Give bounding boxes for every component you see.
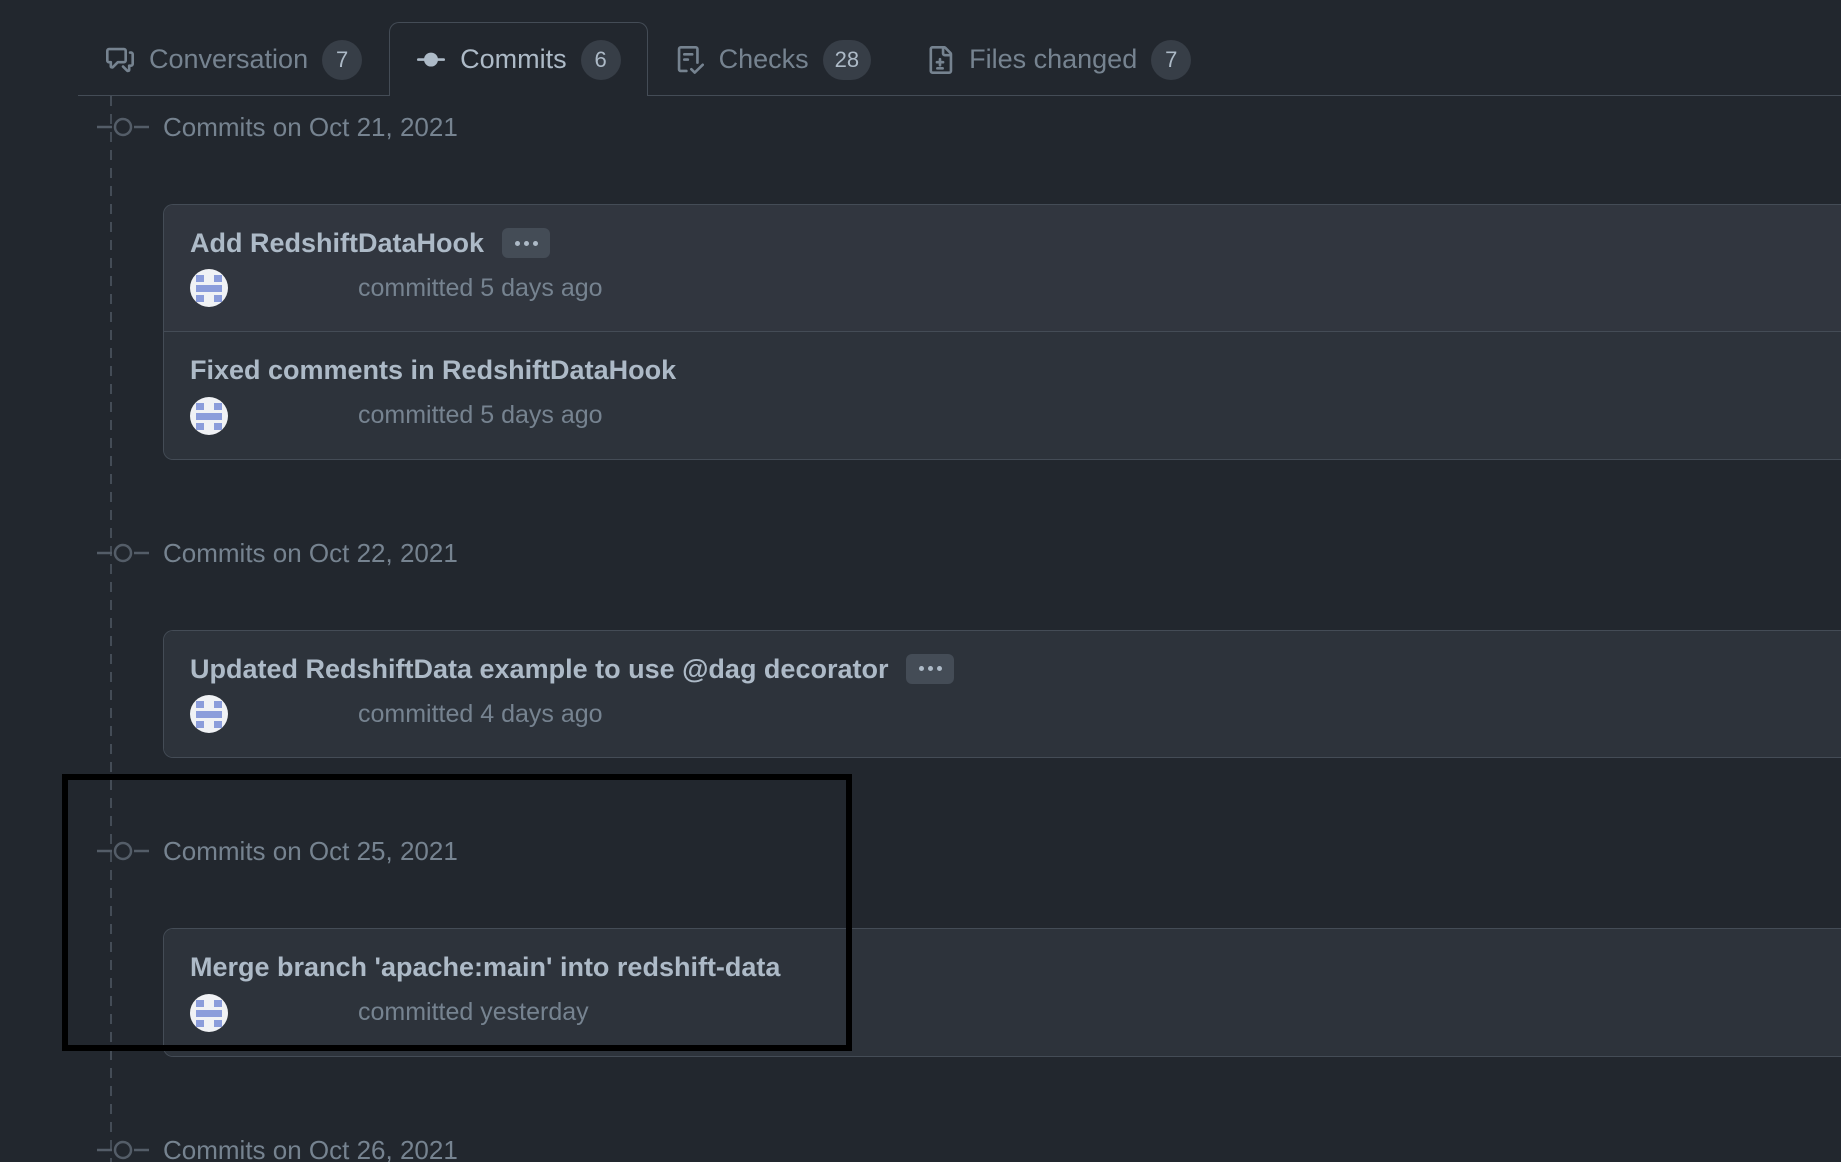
avatar[interactable]	[190, 993, 228, 1032]
commit-title-line: Add RedshiftDataHook	[190, 227, 1815, 259]
commit-row[interactable]: Add RedshiftDataHook committed 5 days ago	[164, 205, 1841, 332]
commit-author-link[interactable]	[240, 275, 360, 301]
commit-meta: committed 4 days ago	[190, 695, 1815, 734]
tab-checks-label: Checks	[718, 44, 809, 74]
avatar[interactable]	[190, 695, 228, 734]
commit-row[interactable]: Fixed comments in RedshiftDataHook commit…	[164, 331, 1841, 459]
timeline-commit-node-icon	[95, 1137, 151, 1162]
commit-row[interactable]: Merge branch 'apache:main' into redshift…	[164, 929, 1841, 1056]
commit-author-link[interactable]	[240, 1000, 360, 1026]
tab-commits[interactable]: Commits 6	[389, 22, 648, 97]
tab-checks-count: 28	[822, 39, 872, 80]
file-diff-icon	[925, 45, 955, 75]
tab-conversation[interactable]: Conversation 7	[78, 22, 389, 96]
commit-group-spacer	[78, 584, 1841, 630]
commit-group-date: Commits on Oct 26, 2021	[163, 1134, 458, 1162]
commit-timestamp: committed 5 days ago	[358, 401, 603, 430]
commit-group-date: Commits on Oct 25, 2021	[163, 836, 458, 867]
commit-group-header: Commits on Oct 22, 2021	[78, 522, 1841, 584]
commit-title-link[interactable]: Fixed comments in RedshiftDataHook	[190, 354, 676, 386]
commit-group-header: Commits on Oct 26, 2021	[78, 1119, 1841, 1162]
commit-group: Commits on Oct 25, 2021 Merge branch 'apa…	[78, 758, 1841, 1057]
avatar[interactable]	[190, 269, 228, 308]
commit-group-header: Commits on Oct 25, 2021	[78, 820, 1841, 882]
commit-title-line: Fixed comments in RedshiftDataHook	[190, 354, 1815, 386]
commit-group-date: Commits on Oct 21, 2021	[163, 112, 458, 142]
timeline-commit-node-icon	[95, 838, 151, 864]
commit-group: Commits on Oct 26, 2021Refactored Redshi…	[78, 1057, 1841, 1162]
commit-author-link[interactable]	[240, 403, 360, 429]
tab-checks[interactable]: Checks 28	[648, 22, 899, 96]
commit-list: Add RedshiftDataHook committed 5 days ago…	[163, 204, 1841, 460]
tab-commits-count: 6	[580, 39, 621, 80]
pull-request-tabnav: Conversation 7 Commits 6 Checks 28 Files…	[0, 0, 1841, 97]
commit-meta: committed yesterday	[190, 993, 1815, 1032]
commit-group-gap	[78, 1057, 1841, 1119]
git-commit-icon	[416, 45, 446, 75]
commit-message-expand-button[interactable]	[502, 228, 551, 259]
commit-author-link[interactable]	[240, 701, 360, 727]
tab-files-changed[interactable]: Files changed 7	[898, 22, 1218, 96]
commit-title-link[interactable]: Updated RedshiftData example to use @dag…	[190, 653, 888, 685]
comment-discussion-icon	[105, 45, 135, 75]
commit-title-line: Updated RedshiftData example to use @dag…	[190, 653, 1815, 685]
commit-list: Updated RedshiftData example to use @dag…	[163, 629, 1841, 759]
commit-group: Commits on Oct 22, 2021 Updated RedshiftD…	[78, 460, 1841, 759]
commit-meta: committed 5 days ago	[190, 269, 1815, 308]
commit-title-link[interactable]: Add RedshiftDataHook	[190, 227, 484, 259]
tab-files-changed-label: Files changed	[969, 44, 1138, 74]
commit-timestamp: committed 4 days ago	[358, 699, 603, 728]
timeline-commit-node-icon	[95, 114, 151, 140]
commit-group: Commits on Oct 21, 2021 Add RedshiftDataH…	[78, 96, 1841, 460]
commit-group-spacer	[78, 882, 1841, 928]
commit-timestamp: committed 5 days ago	[358, 273, 603, 302]
commit-message-expand-button[interactable]	[906, 653, 955, 684]
commit-group-gap	[78, 758, 1841, 820]
timeline-commit-node-icon	[95, 540, 151, 566]
commits-timeline: Commits on Oct 21, 2021 Add RedshiftDataH…	[0, 96, 1841, 1162]
commit-title-line: Merge branch 'apache:main' into redshift…	[190, 951, 1815, 983]
avatar[interactable]	[190, 396, 228, 435]
commit-list: Merge branch 'apache:main' into redshift…	[163, 928, 1841, 1057]
tab-conversation-label: Conversation	[149, 44, 309, 74]
commit-group-spacer	[78, 158, 1841, 204]
commit-meta: committed 5 days ago	[190, 396, 1815, 435]
tab-conversation-count: 7	[322, 39, 363, 80]
commit-group-gap	[78, 460, 1841, 522]
tab-files-changed-count: 7	[1151, 39, 1192, 80]
checklist-icon	[675, 45, 705, 75]
commit-group-header: Commits on Oct 21, 2021	[78, 96, 1841, 158]
tab-commits-label: Commits	[460, 44, 567, 74]
commit-title-link[interactable]: Merge branch 'apache:main' into redshift…	[190, 951, 780, 983]
commit-timestamp: committed yesterday	[358, 998, 589, 1027]
commit-group-date: Commits on Oct 22, 2021	[163, 537, 458, 568]
commit-row[interactable]: Updated RedshiftData example to use @dag…	[164, 630, 1841, 758]
